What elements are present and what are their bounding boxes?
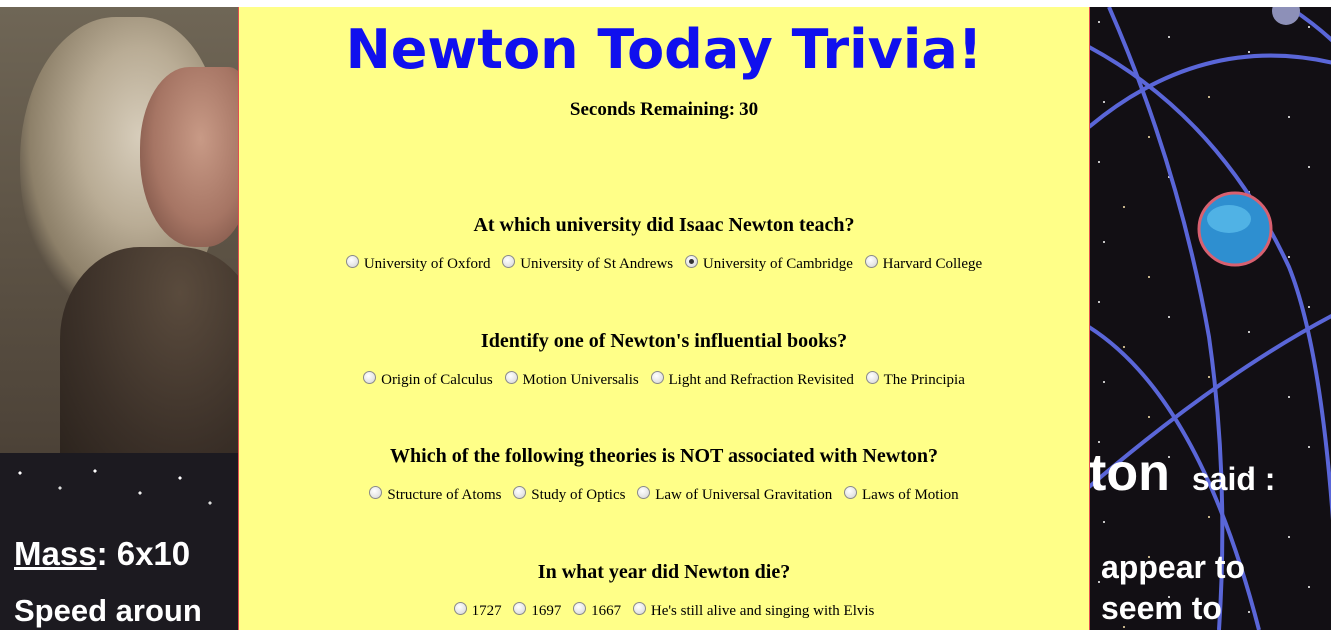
answer-option[interactable]: Origin of Calculus bbox=[363, 371, 493, 389]
answer-label: He's still alive and singing with Elvis bbox=[650, 603, 875, 619]
right-said-text: said : bbox=[1191, 461, 1276, 497]
mass-value: : 6x10 bbox=[96, 535, 191, 572]
answer-label: The Principia bbox=[883, 372, 965, 388]
answer-options: Structure of Atoms Study of Optics Law o… bbox=[239, 486, 1089, 504]
answer-option[interactable]: Structure of Atoms bbox=[369, 486, 502, 504]
right-quote-heading: ton said : bbox=[1089, 443, 1275, 503]
answer-label: University of Oxford bbox=[363, 256, 491, 272]
answer-option[interactable]: University of Oxford bbox=[345, 255, 491, 273]
radio-button[interactable] bbox=[513, 602, 527, 615]
right-line-1: appear to bbox=[1101, 549, 1246, 585]
browser-top-strip bbox=[0, 0, 1331, 7]
radio-button[interactable] bbox=[504, 371, 518, 384]
answer-option[interactable]: 1727 bbox=[453, 602, 502, 620]
answer-option[interactable]: Law of Universal Gravitation bbox=[637, 486, 832, 504]
question-block: Which of the following theories is NOT a… bbox=[239, 445, 1089, 504]
right-big-text: ton bbox=[1089, 444, 1170, 502]
answer-option[interactable]: University of St Andrews bbox=[502, 255, 673, 273]
left-speed-text: Speed aroun bbox=[14, 593, 202, 628]
answer-label: 1667 bbox=[591, 603, 622, 619]
radio-button-selected[interactable] bbox=[684, 255, 698, 268]
radio-button[interactable] bbox=[843, 486, 857, 499]
question-block: Identify one of Newton's influential boo… bbox=[239, 330, 1089, 389]
answer-label: 1697 bbox=[531, 603, 562, 619]
question-text: Which of the following theories is NOT a… bbox=[390, 445, 938, 467]
radio-button[interactable] bbox=[363, 371, 377, 384]
question-text: At which university did Isaac Newton tea… bbox=[473, 214, 855, 236]
countdown-timer: Seconds Remaining: 30 bbox=[239, 99, 1089, 121]
answer-option[interactable]: He's still alive and singing with Elvis bbox=[632, 602, 875, 620]
answer-option[interactable]: Motion Universalis bbox=[504, 371, 639, 389]
radio-button[interactable] bbox=[864, 255, 878, 268]
answer-option[interactable]: The Principia bbox=[865, 371, 965, 389]
radio-button[interactable] bbox=[573, 602, 587, 615]
answer-option[interactable]: Laws of Motion bbox=[843, 486, 959, 504]
mass-label: Mass bbox=[14, 535, 97, 572]
answer-label: Light and Refraction Revisited bbox=[668, 372, 854, 388]
radio-button[interactable] bbox=[632, 602, 646, 615]
radio-button[interactable] bbox=[369, 486, 383, 499]
page-title: Newton Today Trivia! bbox=[345, 18, 983, 81]
answer-options: 1727 1697 1667 He's still alive and sing… bbox=[239, 602, 1089, 620]
portrait-coat bbox=[60, 247, 239, 477]
answer-label: Laws of Motion bbox=[861, 487, 959, 503]
orbit-lines-graphic bbox=[1089, 7, 1331, 630]
answer-options: University of Oxford University of St An… bbox=[239, 255, 1089, 273]
question-text: In what year did Newton die? bbox=[537, 561, 791, 583]
answer-option[interactable]: Study of Optics bbox=[513, 486, 625, 504]
space-orbit-image bbox=[1089, 7, 1331, 630]
answer-label: Motion Universalis bbox=[522, 372, 639, 388]
radio-button[interactable] bbox=[865, 371, 879, 384]
radio-button[interactable] bbox=[650, 371, 664, 384]
answer-options: Origin of Calculus Motion Universalis Li… bbox=[239, 371, 1089, 389]
answer-option[interactable]: 1697 bbox=[513, 602, 561, 620]
answer-option[interactable]: Harvard College bbox=[864, 255, 983, 273]
answer-label: University of Cambridge bbox=[702, 256, 853, 272]
answer-label: Structure of Atoms bbox=[387, 487, 502, 503]
small-moon-icon bbox=[1272, 7, 1300, 25]
answer-label: University of St Andrews bbox=[520, 256, 674, 272]
answer-label: 1727 bbox=[471, 603, 502, 619]
question-block: At which university did Isaac Newton tea… bbox=[239, 214, 1089, 273]
right-line-2: seem to bbox=[1101, 590, 1222, 626]
radio-button[interactable] bbox=[502, 255, 516, 268]
timer-value: 30 bbox=[739, 99, 759, 120]
quiz-panel: Newton Today Trivia! Seconds Remaining: 3… bbox=[238, 7, 1090, 630]
question-text: Identify one of Newton's influential boo… bbox=[480, 330, 848, 352]
portrait-face bbox=[140, 67, 239, 247]
answer-label: Origin of Calculus bbox=[381, 372, 493, 388]
timer-label: Seconds Remaining: bbox=[569, 99, 736, 120]
answer-option[interactable]: Light and Refraction Revisited bbox=[650, 371, 854, 389]
radio-button[interactable] bbox=[513, 486, 527, 499]
radio-button[interactable] bbox=[345, 255, 359, 268]
question-block: In what year did Newton die? 1727 1697 1… bbox=[239, 561, 1089, 620]
left-mass-text: Mass: 6x10 bbox=[14, 535, 190, 573]
radio-button[interactable] bbox=[453, 602, 467, 615]
answer-option[interactable]: 1667 bbox=[573, 602, 621, 620]
answer-label: Law of Universal Gravitation bbox=[655, 487, 833, 503]
radio-button[interactable] bbox=[637, 486, 651, 499]
answer-label: Harvard College bbox=[882, 256, 983, 272]
answer-option[interactable]: University of Cambridge bbox=[684, 255, 853, 273]
answer-label: Study of Optics bbox=[531, 487, 626, 503]
